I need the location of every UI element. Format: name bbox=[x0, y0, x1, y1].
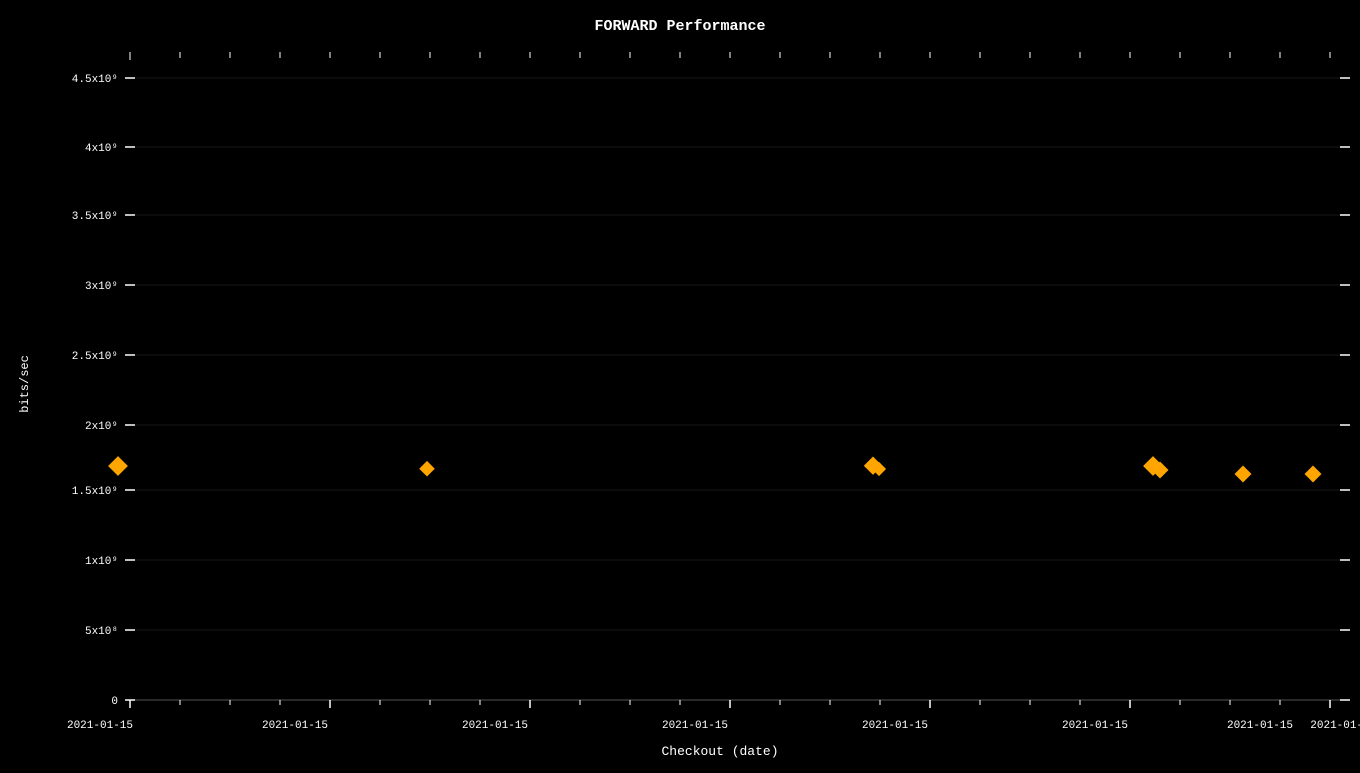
y-tick-5e8: 5x10⁸ bbox=[85, 626, 118, 638]
x-axis-label: Checkout (date) bbox=[661, 744, 778, 759]
chart-svg: FORWARD Performance bbox=[0, 0, 1360, 768]
y-tick-2: 2x10⁹ bbox=[85, 421, 118, 433]
chart-title: FORWARD Performance bbox=[594, 18, 765, 35]
y-tick-1-5: 1.5x10⁹ bbox=[72, 486, 118, 498]
x-label-2: 2021-01-15 bbox=[262, 720, 328, 732]
x-label-3: 2021-01-15 bbox=[462, 720, 528, 732]
data-point-5 bbox=[1235, 466, 1252, 483]
y-tick-0: 0 bbox=[111, 696, 118, 708]
y-tick-3: 3x10⁹ bbox=[85, 281, 118, 293]
x-label-8: 2021-01-1 bbox=[1310, 720, 1360, 732]
data-point-2 bbox=[419, 461, 435, 477]
y-tick-2-5: 2.5x10⁹ bbox=[72, 351, 118, 363]
y-tick-4-5: 4.5x10⁹ bbox=[72, 74, 118, 86]
x-label-6: 2021-01-15 bbox=[1062, 720, 1128, 732]
x-label-7: 2021-01-15 bbox=[1227, 720, 1293, 732]
chart-container: FORWARD Performance bbox=[0, 0, 1360, 768]
y-tick-1: 1x10⁹ bbox=[85, 556, 118, 568]
data-point-6 bbox=[1305, 466, 1322, 483]
x-label-1: 2021-01-15 bbox=[67, 720, 133, 732]
x-ticks-bottom bbox=[130, 700, 1330, 708]
data-point-1 bbox=[108, 456, 128, 476]
top-ticks bbox=[130, 52, 1330, 60]
y-tick-4: 4x10⁹ bbox=[85, 143, 118, 155]
x-label-4: 2021-01-15 bbox=[662, 720, 728, 732]
y-tick-3-5: 3.5x10⁹ bbox=[72, 211, 118, 223]
x-label-5: 2021-01-15 bbox=[862, 720, 928, 732]
y-axis-label: bits/sec bbox=[18, 355, 32, 413]
